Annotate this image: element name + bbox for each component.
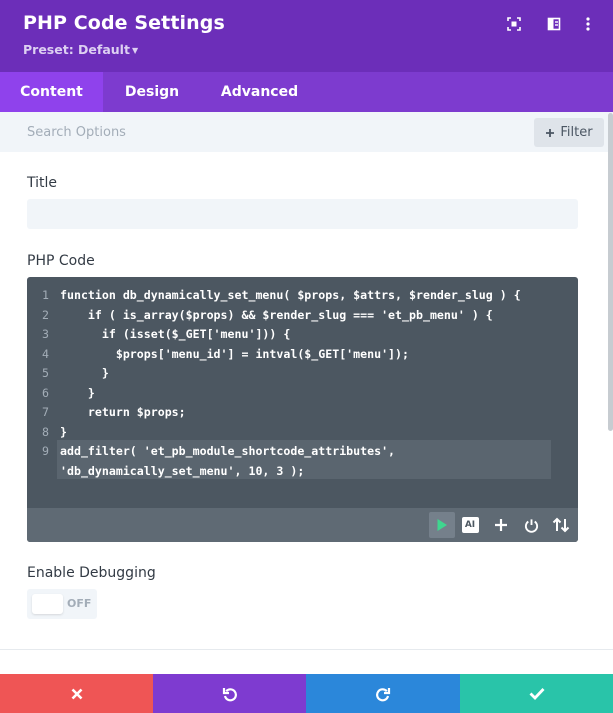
debug-label: Enable Debugging (27, 565, 156, 581)
code-line: 9 add_filter( 'et_pb_module_shortcode_att… (42, 444, 396, 458)
toggle-knob (32, 594, 63, 614)
php-code-label: PHP Code (27, 253, 95, 269)
code-line: 6 } (42, 385, 95, 400)
code-line: 4 $props['menu_id'] = intval($_GET['menu… (42, 346, 410, 361)
code-line: 7 return $props; (42, 405, 186, 419)
redo-button[interactable] (306, 674, 460, 713)
code-line: 3 if (isset($_GET['menu'])) { (42, 327, 291, 341)
code-line: 1 function db_dynamically_set_menu( $prop… (42, 288, 521, 302)
scrollbar-thumb[interactable] (608, 113, 613, 431)
tab-content[interactable]: Content (0, 72, 103, 112)
search-bar (0, 112, 613, 152)
tab-design[interactable]: Design (103, 72, 201, 112)
ai-icon-label: AI (461, 517, 479, 533)
undo-icon (222, 687, 237, 701)
modal-title: PHP Code Settings (23, 12, 225, 34)
search-input[interactable] (15, 117, 515, 147)
debug-toggle[interactable]: OFF (27, 589, 97, 619)
close-icon (71, 688, 82, 699)
sort-icon[interactable] (548, 512, 574, 538)
code-toolbar: AI (27, 508, 578, 542)
divider (0, 649, 613, 650)
code-editor[interactable]: 1 function db_dynamically_set_menu( $prop… (27, 277, 578, 542)
toggle-state: OFF (67, 597, 92, 610)
redo-icon (376, 687, 391, 701)
filter-label: Filter (560, 125, 593, 140)
plus-icon (546, 128, 555, 137)
cancel-button[interactable] (0, 674, 153, 713)
more-options-icon[interactable] (578, 14, 598, 34)
preset-selector[interactable]: Preset: Default ▼ (23, 42, 138, 57)
ai-icon[interactable]: AI (457, 512, 483, 538)
modal-header: PHP Code Settings Preset: Default ▼ (0, 0, 613, 72)
preset-label: Preset: Default (23, 42, 130, 57)
code-line: 2 if ( is_array($props) && $render_slug … (42, 307, 493, 322)
caret-down-icon: ▼ (131, 46, 139, 55)
tab-bar: Content Design Advanced (0, 72, 613, 112)
code-line: 8} (42, 424, 67, 439)
split-view-icon[interactable] (544, 14, 564, 34)
title-label: Title (27, 175, 58, 191)
code-line: 5 } (42, 366, 109, 380)
save-button[interactable] (460, 674, 613, 713)
add-icon[interactable] (488, 512, 514, 538)
filter-button[interactable]: Filter (534, 118, 604, 147)
undo-button[interactable] (153, 674, 306, 713)
expand-icon[interactable] (504, 14, 524, 34)
tab-advanced[interactable]: Advanced (201, 72, 318, 112)
check-icon (529, 688, 545, 700)
power-icon[interactable] (518, 512, 544, 538)
run-icon[interactable] (429, 512, 455, 538)
title-field[interactable] (27, 199, 578, 229)
code-line-wrapped: 'db_dynamically_set_menu', 10, 3 ); (60, 463, 305, 478)
